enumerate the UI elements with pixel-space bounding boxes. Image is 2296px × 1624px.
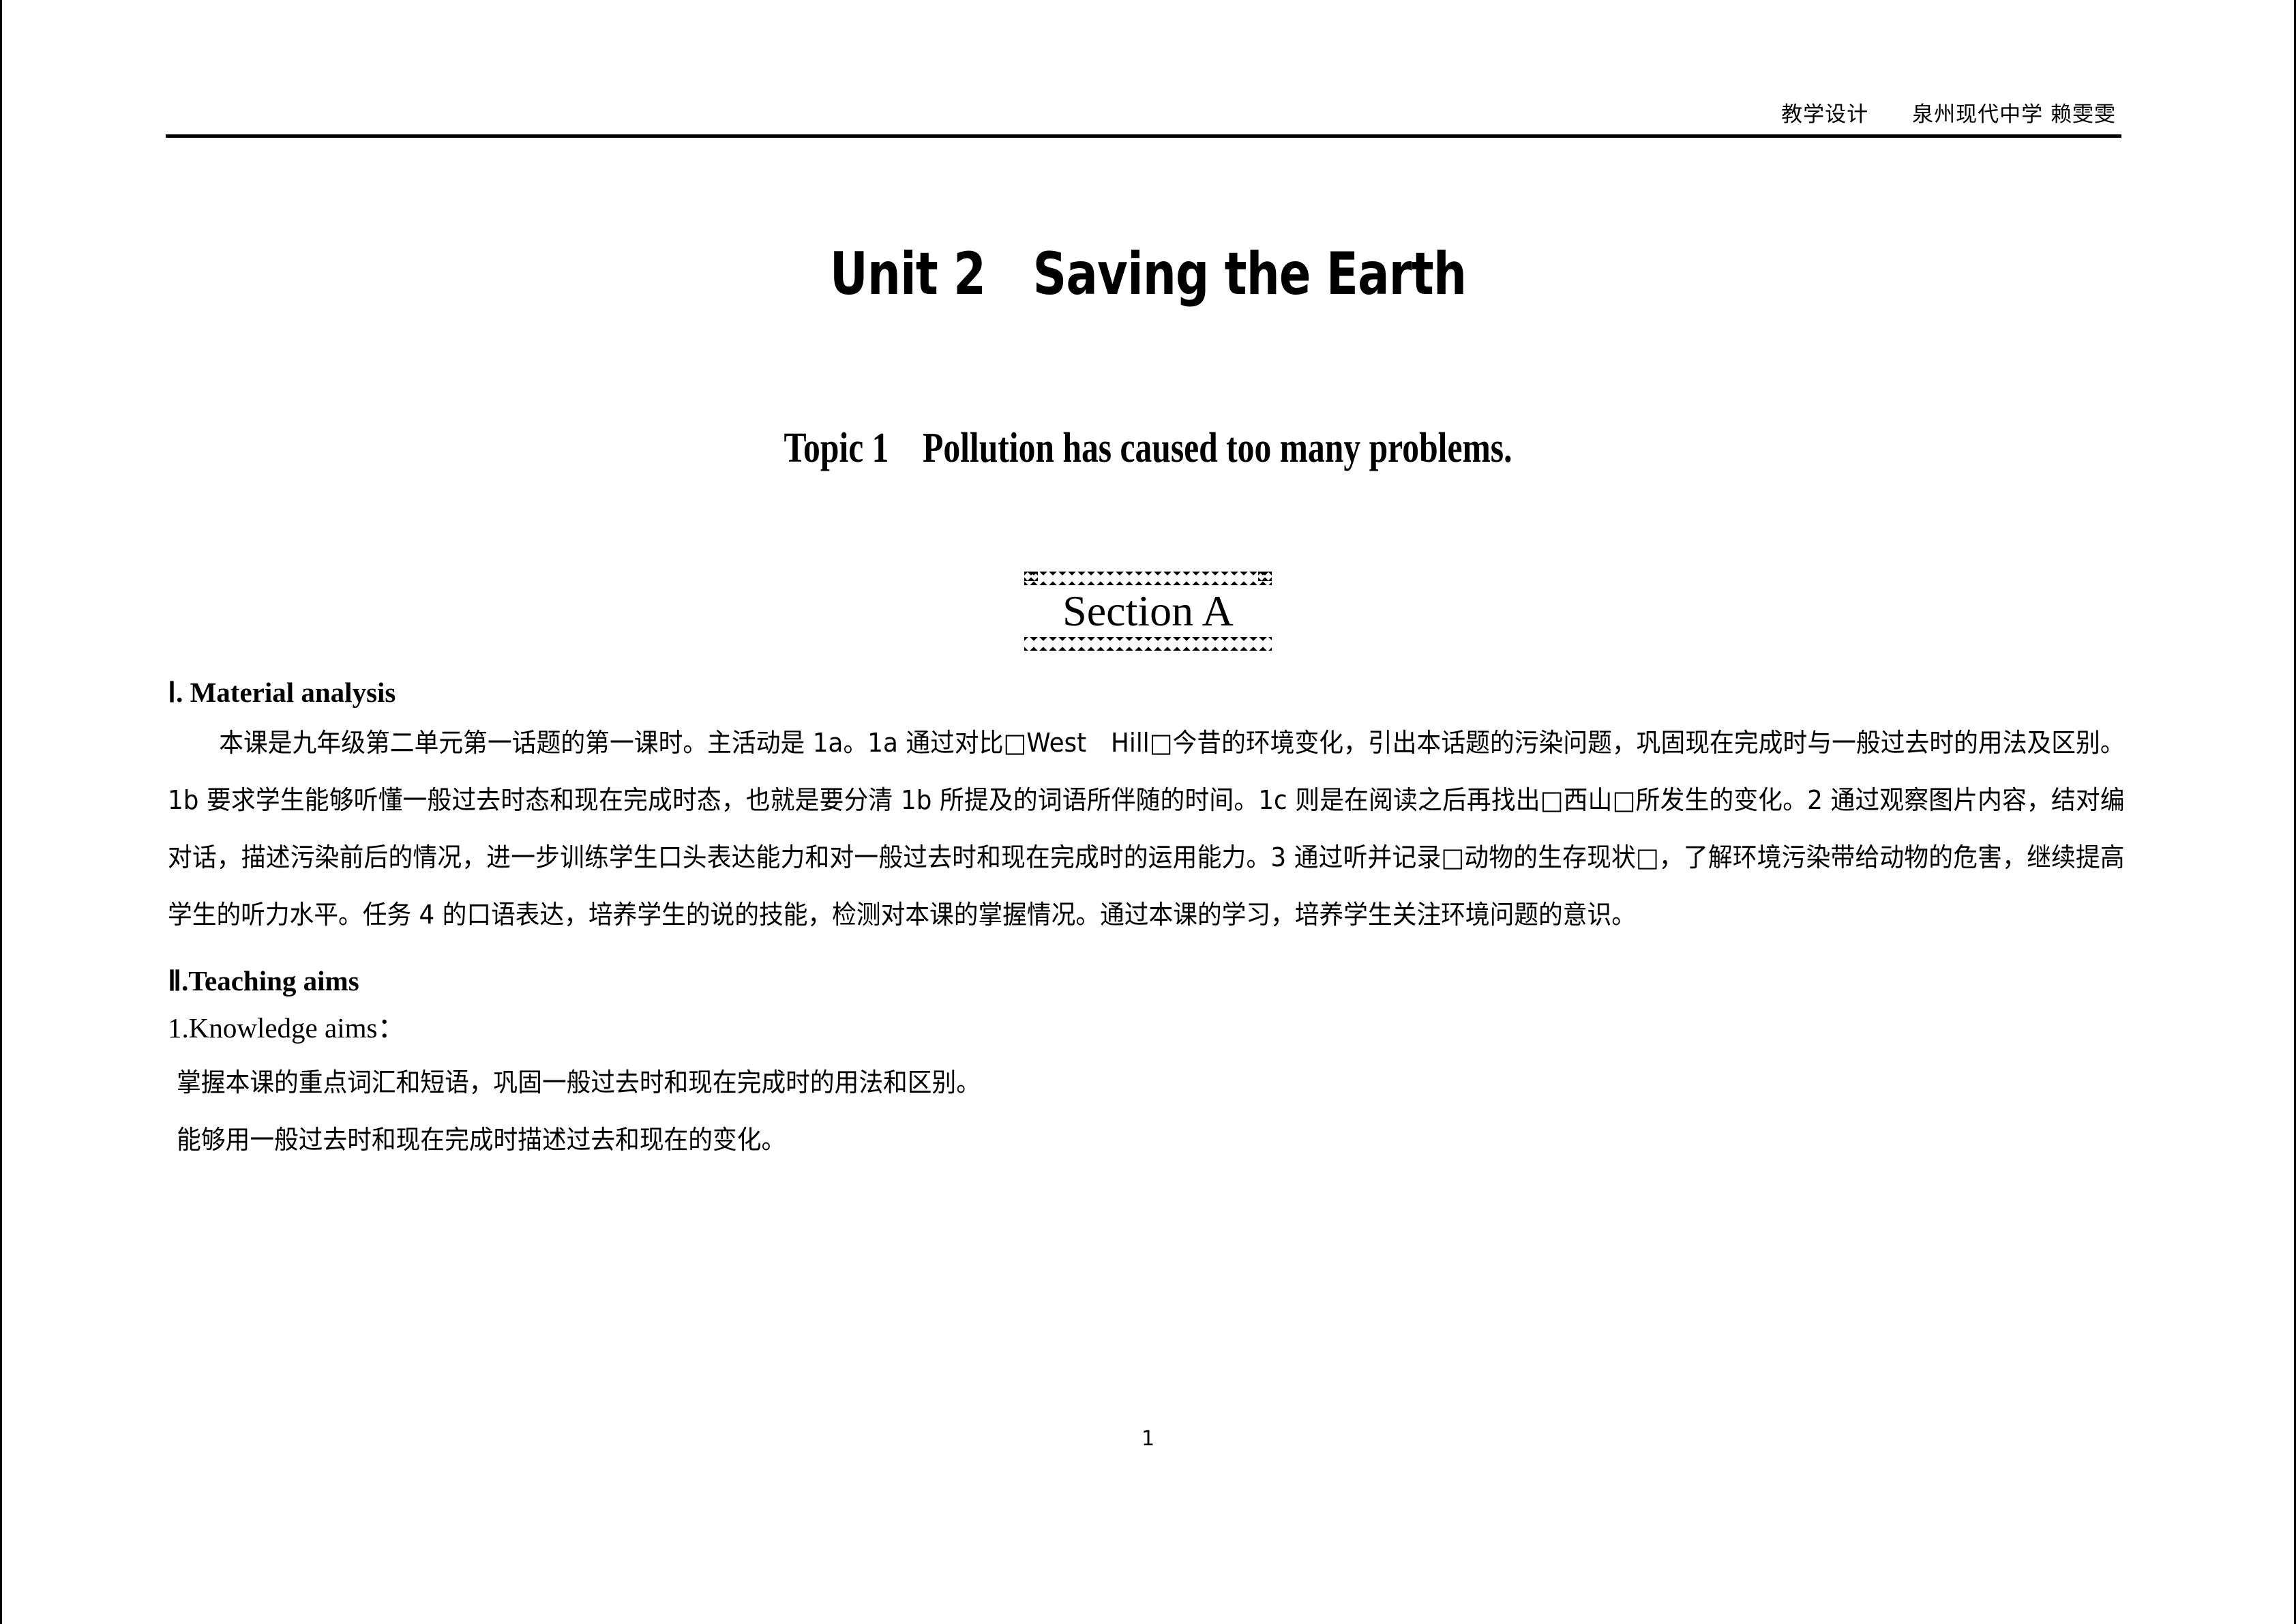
- unit-title: Unit 2 Saving the Earth: [829, 240, 1467, 308]
- section-label: Section A: [1045, 587, 1251, 635]
- zigzag-border-bottom-icon: [1024, 637, 1272, 651]
- topic-title: Topic 1 Pollution has caused too many pr…: [784, 425, 1512, 471]
- document-page: 教学设计 泉州现代中学 赖雯雯 Unit 2 Saving the Earth …: [0, 0, 2296, 1624]
- heading-knowledge-aims: 1.Knowledge aims：: [168, 1012, 406, 1044]
- document-body: Ⅰ. Material analysis 本课是九年级第二单元第一话题的第一课时…: [168, 675, 2132, 1168]
- page-number: 1: [1141, 1427, 1155, 1451]
- heading-teaching-aims: Ⅱ.Teaching aims: [168, 965, 359, 997]
- header-text: 教学设计 泉州现代中学 赖雯雯: [1781, 102, 2116, 127]
- section-badge: Section A: [1024, 572, 1272, 651]
- knowledge-aim-item: 掌握本课的重点词汇和短语，巩固一般过去时和现在完成时的用法和区别。: [177, 1067, 981, 1097]
- section-badge-container: Section A: [2, 572, 2294, 651]
- zigzag-border-right-icon: [1257, 572, 1272, 651]
- paragraph-material-analysis: 本课是九年级第二单元第一话题的第一课时。主活动是 1a。1a 通过对比□West…: [168, 728, 2125, 930]
- knowledge-aim-item: 能够用一般过去时和现在完成时描述过去和现在的变化。: [177, 1124, 786, 1155]
- zigzag-border-top-icon: [1024, 572, 1272, 585]
- heading-material-analysis: Ⅰ. Material analysis: [168, 677, 396, 708]
- zigzag-border-left-icon: [1024, 572, 1039, 651]
- header-divider-rule: [166, 134, 2121, 138]
- page-header: 教学设计 泉州现代中学 赖雯雯: [166, 102, 2121, 138]
